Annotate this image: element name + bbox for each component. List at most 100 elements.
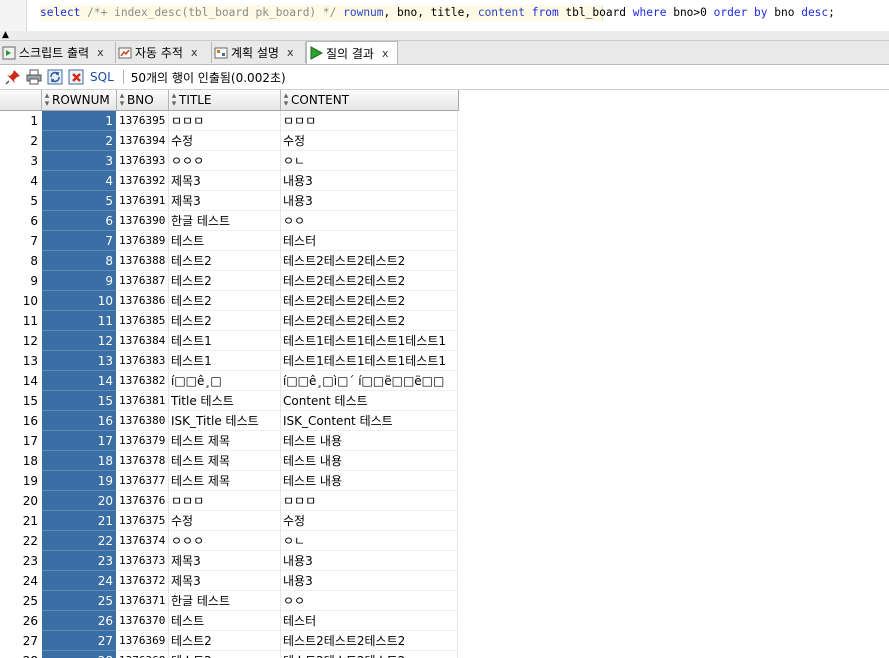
- cell-bno[interactable]: 1376373: [117, 551, 169, 571]
- cell-bno[interactable]: 1376391: [117, 191, 169, 211]
- cell-rownum[interactable]: 15: [42, 391, 116, 411]
- table-row[interactable]: 3 3 1376393 ㅇㅇㅇ ㅇㄴ: [0, 151, 458, 171]
- table-row[interactable]: 9 9 1376387 테스트2 테스트2테스트2테스트2: [0, 271, 458, 291]
- cell-bno[interactable]: 1376385: [117, 311, 169, 331]
- tab-query-result[interactable]: 질의 결과 x: [306, 41, 398, 64]
- cell-rownum[interactable]: 21: [42, 511, 116, 531]
- table-row[interactable]: 6 6 1376390 한글 테스트 ㅇㅇ: [0, 211, 458, 231]
- cell-content[interactable]: ㅇㄴ: [281, 531, 458, 551]
- cell-rownum[interactable]: 26: [42, 611, 116, 631]
- cell-bno[interactable]: 1376384: [117, 331, 169, 351]
- cell-title[interactable]: 테스트1: [169, 351, 281, 371]
- cell-rownum[interactable]: 3: [42, 151, 116, 171]
- table-row[interactable]: 5 5 1376391 제목3 내용3: [0, 191, 458, 211]
- cell-title[interactable]: 테스트2: [169, 651, 281, 658]
- cell-rownum[interactable]: 22: [42, 531, 116, 551]
- cell-content[interactable]: 테스트2테스트2테스트2: [281, 311, 458, 331]
- cell-bno[interactable]: 1376372: [117, 571, 169, 591]
- cell-bno[interactable]: 1376368: [117, 651, 169, 658]
- sql-link[interactable]: SQL: [90, 70, 114, 84]
- cell-content[interactable]: 내용3: [281, 171, 458, 191]
- cell-bno[interactable]: 1376370: [117, 611, 169, 631]
- cell-bno[interactable]: 1376386: [117, 291, 169, 311]
- cell-rownum[interactable]: 19: [42, 471, 116, 491]
- cell-title[interactable]: ISK_Title 테스트: [169, 411, 281, 431]
- table-row[interactable]: 1 1 1376395 ㅁㅁㅁ ㅁㅁㅁ: [0, 111, 458, 131]
- cell-rownum[interactable]: 17: [42, 431, 116, 451]
- cell-content[interactable]: 내용3: [281, 191, 458, 211]
- cell-rownum[interactable]: 1: [42, 111, 116, 131]
- cell-title[interactable]: ㅁㅁㅁ: [169, 491, 281, 511]
- table-row[interactable]: 25 25 1376371 한글 테스트 ㅇㅇ: [0, 591, 458, 611]
- cell-rownum[interactable]: 14: [42, 371, 116, 391]
- cell-title[interactable]: 테스트 제목: [169, 431, 281, 451]
- cell-content[interactable]: í□□ê¸□ì□´ í□□ë□□ë□□: [281, 371, 458, 391]
- cell-title[interactable]: 테스트 제목: [169, 471, 281, 491]
- table-row[interactable]: 2 2 1376394 수정 수정: [0, 131, 458, 151]
- table-row[interactable]: 20 20 1376376 ㅁㅁㅁ ㅁㅁㅁ: [0, 491, 458, 511]
- cell-content[interactable]: Content 테스트: [281, 391, 458, 411]
- column-header-bno[interactable]: ▴ ▾ BNO: [117, 90, 169, 110]
- cell-rownum[interactable]: 11: [42, 311, 116, 331]
- cell-rownum[interactable]: 27: [42, 631, 116, 651]
- cell-title[interactable]: 테스트 제목: [169, 451, 281, 471]
- cell-bno[interactable]: 1376390: [117, 211, 169, 231]
- close-icon[interactable]: x: [191, 46, 198, 59]
- table-row[interactable]: 27 27 1376369 테스트2 테스트2테스트2테스트2: [0, 631, 458, 651]
- cell-title[interactable]: 제목3: [169, 191, 281, 211]
- close-icon[interactable]: x: [97, 46, 104, 59]
- cell-rownum[interactable]: 28: [42, 651, 116, 658]
- cell-bno[interactable]: 1376380: [117, 411, 169, 431]
- table-row[interactable]: 24 24 1376372 제목3 내용3: [0, 571, 458, 591]
- cell-content[interactable]: ㅇㅇ: [281, 591, 458, 611]
- cell-content[interactable]: 테스트 내용: [281, 471, 458, 491]
- table-row[interactable]: 16 16 1376380 ISK_Title 테스트 ISK_Content 테스트: [0, 411, 458, 431]
- cell-rownum[interactable]: 16: [42, 411, 116, 431]
- cell-content[interactable]: 테스트2테스트2테스트2: [281, 271, 458, 291]
- cell-bno[interactable]: 1376387: [117, 271, 169, 291]
- column-header-content[interactable]: ▴ ▾ CONTENT: [281, 90, 458, 110]
- cell-title[interactable]: 제목3: [169, 571, 281, 591]
- cell-bno[interactable]: 1376378: [117, 451, 169, 471]
- cell-title[interactable]: í□□ê¸□: [169, 371, 281, 391]
- cancel-icon[interactable]: [68, 69, 84, 85]
- cell-content[interactable]: 테스트 내용: [281, 451, 458, 471]
- cell-bno[interactable]: 1376383: [117, 351, 169, 371]
- cell-content[interactable]: 테스터: [281, 611, 458, 631]
- cell-bno[interactable]: 1376375: [117, 511, 169, 531]
- cell-title[interactable]: 수정: [169, 131, 281, 151]
- cell-content[interactable]: ㅇㅇ: [281, 211, 458, 231]
- table-row[interactable]: 21 21 1376375 수정 수정: [0, 511, 458, 531]
- cell-rownum[interactable]: 25: [42, 591, 116, 611]
- cell-content[interactable]: 테스터: [281, 231, 458, 251]
- cell-title[interactable]: 테스트1: [169, 331, 281, 351]
- cell-bno[interactable]: 1376388: [117, 251, 169, 271]
- cell-title[interactable]: 테스트2: [169, 291, 281, 311]
- cell-content[interactable]: ㅁㅁㅁ: [281, 111, 458, 131]
- column-header-rownum[interactable]: ▴ ▾ ROWNUM: [42, 90, 117, 110]
- tab-script-output[interactable]: 스크립트 출력 x: [0, 42, 116, 63]
- table-row[interactable]: 4 4 1376392 제목3 내용3: [0, 171, 458, 191]
- cell-title[interactable]: 테스트2: [169, 311, 281, 331]
- cell-title[interactable]: 한글 테스트: [169, 591, 281, 611]
- cell-rownum[interactable]: 20: [42, 491, 116, 511]
- cell-bno[interactable]: 1376381: [117, 391, 169, 411]
- pin-icon[interactable]: [5, 69, 21, 85]
- cell-content[interactable]: 테스트1테스트1테스트1테스트1: [281, 331, 458, 351]
- cell-title[interactable]: 테스트2: [169, 251, 281, 271]
- table-row[interactable]: 14 14 1376382 í□□ê¸□ í□□ê¸□ì□´ í□□ë□□ë□□: [0, 371, 458, 391]
- cell-content[interactable]: ㅇㄴ: [281, 151, 458, 171]
- cell-bno[interactable]: 1376374: [117, 531, 169, 551]
- table-row[interactable]: 13 13 1376383 테스트1 테스트1테스트1테스트1테스트1: [0, 351, 458, 371]
- cell-bno[interactable]: 1376369: [117, 631, 169, 651]
- cell-rownum[interactable]: 4: [42, 171, 116, 191]
- cell-rownum[interactable]: 8: [42, 251, 116, 271]
- table-row[interactable]: 10 10 1376386 테스트2 테스트2테스트2테스트2: [0, 291, 458, 311]
- cell-rownum[interactable]: 18: [42, 451, 116, 471]
- cell-title[interactable]: ㅁㅁㅁ: [169, 111, 281, 131]
- table-row[interactable]: 15 15 1376381 Title 테스트 Content 테스트: [0, 391, 458, 411]
- cell-title[interactable]: 제목3: [169, 171, 281, 191]
- cell-rownum[interactable]: 13: [42, 351, 116, 371]
- cell-bno[interactable]: 1376377: [117, 471, 169, 491]
- cell-rownum[interactable]: 24: [42, 571, 116, 591]
